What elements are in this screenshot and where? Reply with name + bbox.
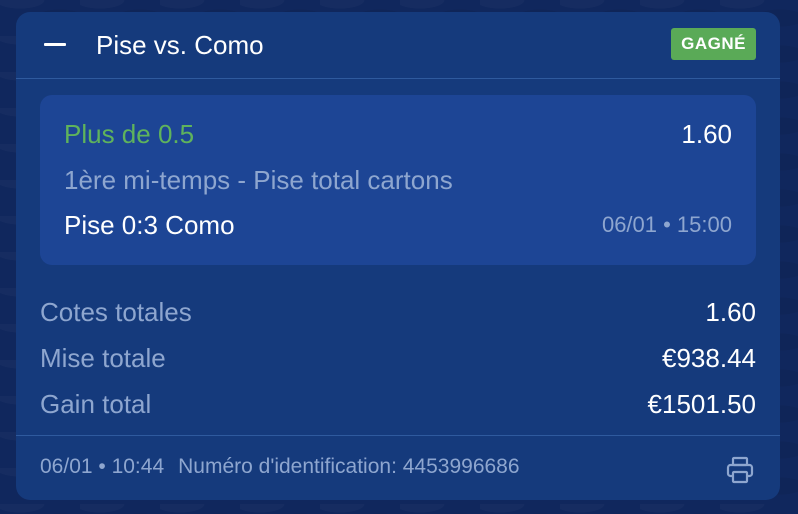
match-datetime: 06/01 • 15:00	[601, 212, 732, 237]
placed-datetime: 06/01 • 10:44	[40, 455, 165, 478]
bet-footer: 06/01 • 10:44 Numéro d'identification: 44…	[16, 435, 780, 501]
total-odds-value: 1.60	[705, 297, 756, 327]
footer-info: 06/01 • 10:44 Numéro d'identification: 44…	[40, 454, 520, 480]
total-odds-row: Cotes totales 1.60	[40, 296, 756, 328]
total-win-row: Gain total €1501.50	[40, 388, 756, 420]
total-win-label: Gain total	[40, 389, 152, 419]
total-stake-label: Mise totale	[40, 343, 166, 373]
printer-icon	[726, 456, 754, 484]
bet-id: Numéro d'identification: 4453996686	[178, 455, 520, 478]
bet-card: Pise vs. Como GAGNÉ Plus de 0.5 1.60 1èr…	[16, 12, 780, 500]
bet-header: Pise vs. Como GAGNÉ	[16, 12, 780, 79]
collapse-button[interactable]	[44, 30, 68, 58]
match-title: Pise vs. Como	[96, 30, 264, 60]
selection-market: 1ère mi-temps - Pise total cartons	[64, 165, 453, 195]
status-badge: GAGNÉ	[671, 28, 756, 60]
selection-pick: Plus de 0.5	[64, 119, 195, 149]
selection-card: Plus de 0.5 1.60 1ère mi-temps - Pise to…	[40, 95, 756, 265]
minus-icon	[44, 43, 66, 46]
match-score: Pise 0:3 Como	[64, 210, 235, 240]
selection-odds: 1.60	[681, 119, 732, 149]
print-button[interactable]	[724, 454, 756, 486]
total-stake-value: €938.44	[662, 343, 756, 373]
total-odds-label: Cotes totales	[40, 297, 192, 327]
total-stake-row: Mise totale €938.44	[40, 342, 756, 374]
total-win-value: €1501.50	[647, 389, 756, 419]
